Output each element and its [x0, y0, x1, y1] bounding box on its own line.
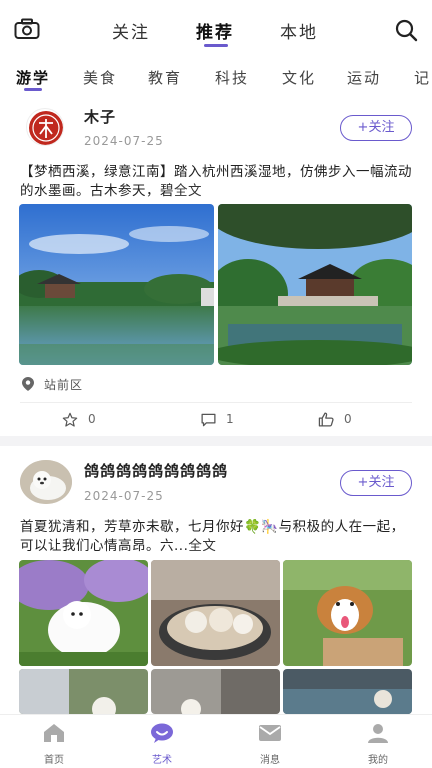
read-more-link[interactable]: 全文	[174, 183, 202, 199]
tab-local[interactable]: 本地	[280, 18, 318, 43]
category-food[interactable]: 美食	[83, 67, 117, 88]
post-image[interactable]	[19, 204, 214, 365]
post-text[interactable]: 首夏犹清和，芳草亦未歇，七月你好🍀🎠与积极的人在一起，可以让我们心情高昂。六..…	[20, 518, 412, 556]
post-date: 2024-07-25	[84, 489, 164, 503]
post-image[interactable]	[151, 560, 280, 666]
post-image[interactable]	[218, 204, 412, 365]
nav-home-label: 首页	[44, 755, 64, 766]
post-image[interactable]	[283, 669, 412, 714]
nav-profile-label: 我的	[368, 755, 388, 766]
avatar[interactable]	[20, 460, 72, 504]
author-name[interactable]: 鸽鸽鸽鸽鸽鸽鸽鸽鸽	[84, 460, 228, 481]
tab-follow[interactable]: 关注	[112, 18, 150, 43]
location-label[interactable]: 站前区	[44, 376, 83, 393]
avatar[interactable]	[26, 108, 64, 146]
divider	[20, 402, 412, 403]
nav-art-label: 艺术	[152, 755, 172, 766]
tab-recommend[interactable]: 推荐	[196, 18, 234, 43]
post-actions: 0 1 0	[0, 406, 432, 436]
comment-icon[interactable]	[200, 412, 217, 428]
active-category-indicator	[24, 88, 42, 91]
home-icon	[44, 724, 64, 742]
nav-messages[interactable]: 消息	[240, 723, 300, 766]
author-name[interactable]: 木子	[84, 106, 116, 127]
category-more[interactable]: 记	[414, 67, 431, 88]
post-text[interactable]: 【梦栖西溪，绿意江南】踏入杭州西溪湿地，仿佛步入一幅流动的水墨画。古木参天，碧全…	[20, 163, 412, 201]
category-education[interactable]: 教育	[148, 67, 182, 88]
user-icon	[368, 724, 388, 743]
post-image[interactable]	[19, 669, 148, 714]
category-tech[interactable]: 科技	[215, 67, 249, 88]
post-image[interactable]	[19, 560, 148, 666]
nav-messages-label: 消息	[260, 755, 280, 766]
location-pin-icon	[22, 377, 34, 391]
nav-home[interactable]: 首页	[24, 723, 84, 766]
mail-icon	[259, 725, 281, 741]
camera-icon[interactable]	[14, 18, 40, 40]
star-icon[interactable]	[62, 412, 78, 428]
category-bar: 游学 美食 教育 科技 文化 运动 记	[0, 60, 432, 94]
nav-profile[interactable]: 我的	[348, 723, 408, 766]
post-card[interactable]: 木子 2024-07-25 +关注 【梦栖西溪，绿意江南】踏入杭州西溪湿地，仿佛…	[0, 96, 432, 434]
search-icon[interactable]	[394, 18, 418, 42]
seal-logo-icon	[29, 111, 63, 145]
category-youxue[interactable]: 游学	[16, 67, 50, 88]
comment-count: 1	[226, 412, 234, 426]
post-image[interactable]	[151, 669, 280, 714]
bottom-nav: 首页 艺术 消息 我的	[0, 714, 432, 768]
follow-button[interactable]: +关注	[340, 470, 412, 496]
read-more-link[interactable]: 全文	[188, 538, 216, 554]
like-count: 0	[344, 412, 352, 426]
post-separator	[0, 436, 432, 446]
top-bar: 关注 推荐 本地	[0, 0, 432, 56]
category-sports[interactable]: 运动	[347, 67, 381, 88]
favorite-count: 0	[88, 412, 96, 426]
nav-art[interactable]: 艺术	[132, 723, 192, 766]
follow-button[interactable]: +关注	[340, 115, 412, 141]
post-image[interactable]	[283, 560, 412, 666]
chat-bubble-icon	[151, 723, 173, 743]
post-card[interactable]: 鸽鸽鸽鸽鸽鸽鸽鸽鸽 2024-07-25 +关注 首夏犹清和，芳草亦未歇，七月你…	[0, 446, 432, 714]
post-date: 2024-07-25	[84, 134, 164, 148]
category-culture[interactable]: 文化	[282, 67, 316, 88]
active-tab-indicator	[204, 44, 228, 47]
thumbs-up-icon[interactable]	[318, 411, 335, 428]
